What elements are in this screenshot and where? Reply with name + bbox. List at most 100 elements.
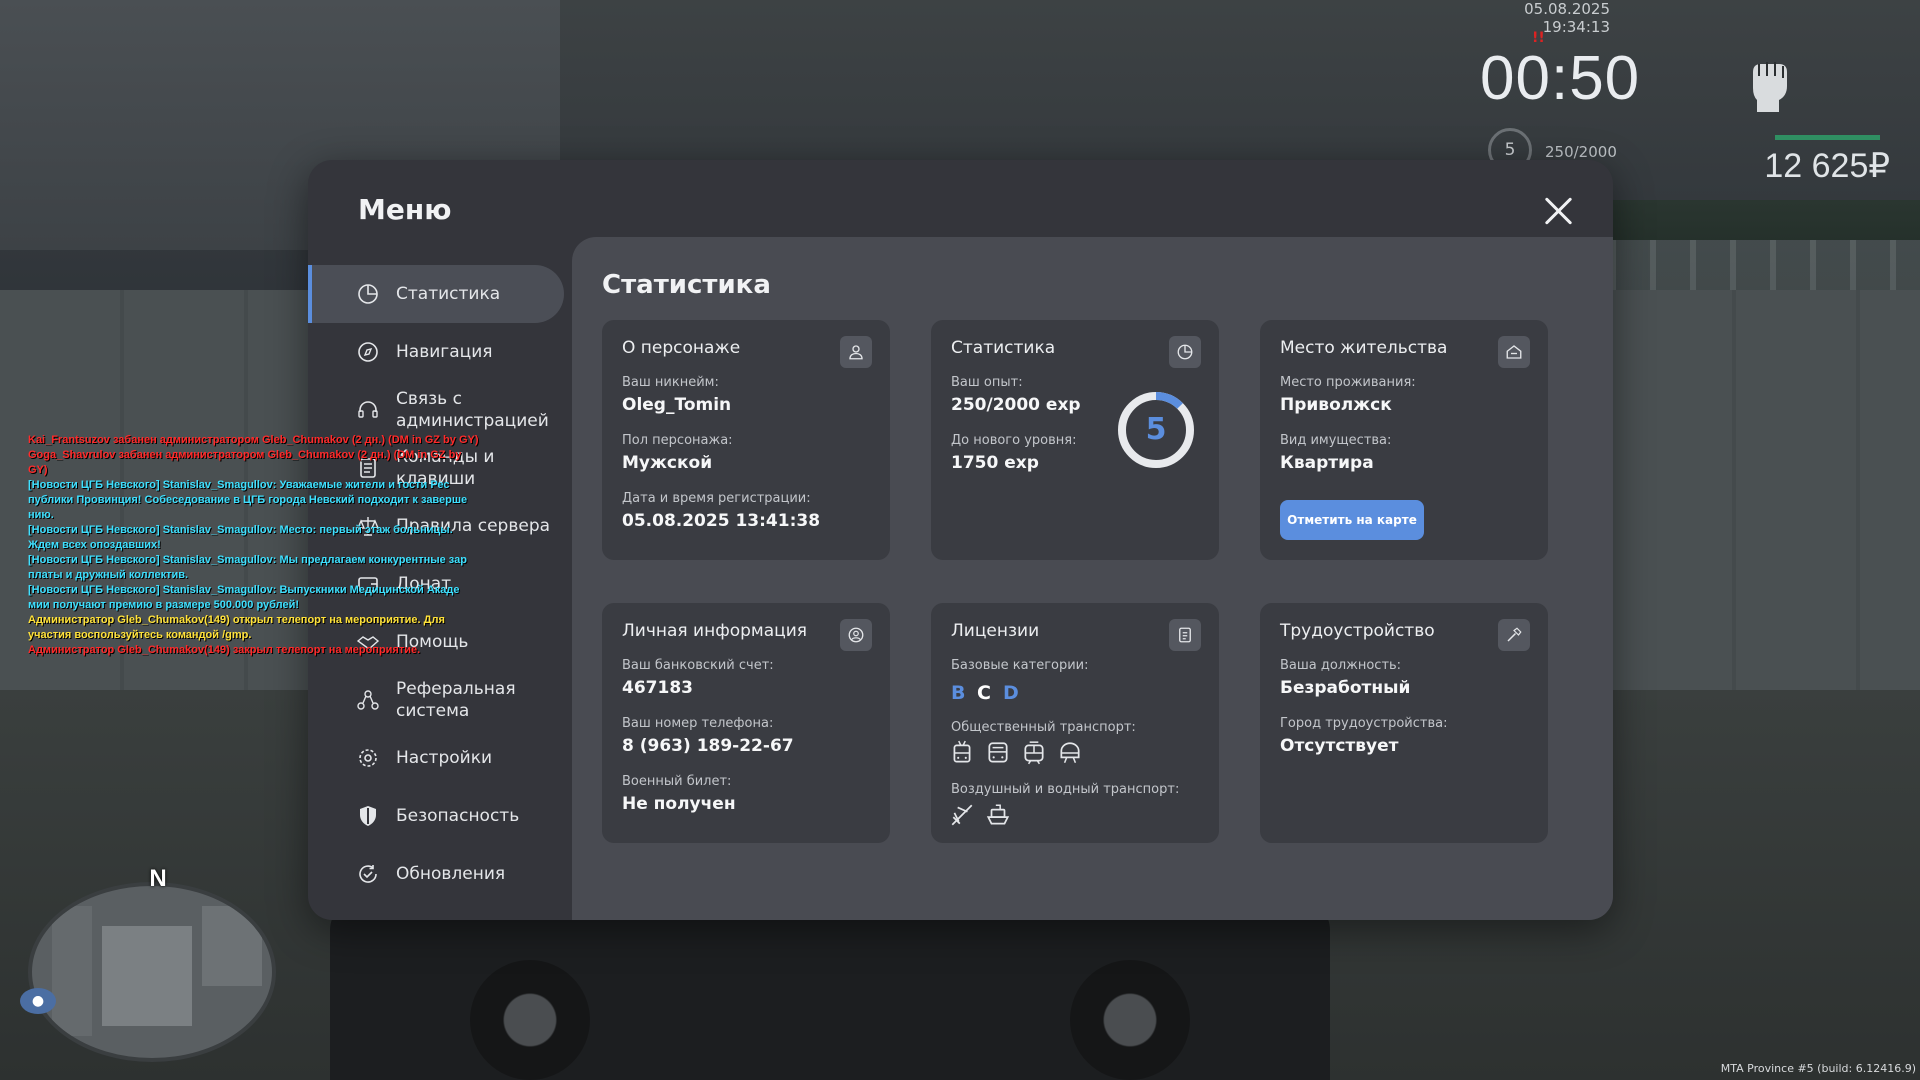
minimap-block (52, 906, 92, 1036)
job-city-value: Отсутствует (1280, 736, 1399, 756)
hud-money: 12 625₽ (1764, 147, 1890, 185)
license-category-b: B (951, 682, 966, 704)
chat-message: Администратор Gleb_Chumakov(149) закрыл … (28, 644, 421, 656)
house-icon (1498, 336, 1530, 368)
sidebar-item-label: Безопасность (396, 806, 520, 826)
chat-message: платы и дружный коллектив. (28, 569, 189, 581)
hud-health-bar (1775, 135, 1880, 140)
card-residence: Место жительства Место проживания: Приво… (1260, 320, 1548, 560)
card-title: Статистика (951, 338, 1056, 358)
user-circle-icon (840, 619, 872, 651)
registration-value: 05.08.2025 13:41:38 (622, 511, 821, 531)
minimap-block (202, 906, 262, 986)
license-category-c: C (977, 682, 991, 704)
gender-value: Мужской (622, 453, 713, 473)
page-title: Статистика (602, 270, 771, 300)
plane-icon (951, 804, 973, 826)
card-licenses: Лицензии Базовые категории: B C D Общест… (931, 603, 1219, 843)
bank-account-label: Ваш банковский счет: (622, 658, 774, 673)
sidebar-item-updates[interactable]: Обновления (308, 845, 564, 903)
position-label: Ваша должность: (1280, 658, 1402, 673)
sidebar-item-navigation[interactable]: Навигация (308, 323, 564, 381)
chat-message: [Новости ЦГБ Невского] Stanislav_Smagull… (28, 554, 467, 566)
base-categories-label: Базовые категории: (951, 658, 1089, 673)
id-card-icon (1169, 619, 1201, 651)
nickname-value: Oleg_Tomin (622, 395, 732, 415)
gender-label: Пол персонажа: (622, 433, 733, 448)
vehicle-wheel (470, 960, 590, 1080)
level-number: 5 (1145, 412, 1167, 447)
headset-icon (358, 401, 378, 418)
next-level-label: До нового уровня: (951, 433, 1077, 448)
sidebar-item-label: Обновления (396, 864, 506, 884)
chat-message: [Новости ЦГБ Невского] Stanislav_Smagull… (28, 524, 453, 536)
sidebar-item-referral[interactable]: Реферальная система (308, 671, 564, 729)
compass-icon (358, 342, 378, 362)
card-title: Место жительства (1280, 338, 1448, 358)
fist-weapon-icon (1753, 62, 1787, 112)
build-info: MTA Province #5 (build: 6.12416.9) (1720, 1062, 1916, 1075)
hud-exp: 250/2000 (1545, 143, 1617, 161)
car-map-icon: ● (20, 988, 56, 1014)
minimap-block (102, 926, 192, 1026)
job-city-label: Город трудоустройства: (1280, 716, 1448, 731)
mark-on-map-button[interactable]: Отметить на карте (1280, 500, 1424, 540)
card-title: Личная информация (622, 621, 808, 641)
sidebar-item-admin-contact[interactable]: Связь с администрацией (308, 381, 564, 439)
chat-message: нию. (28, 509, 54, 521)
chat-message: GY) (28, 464, 48, 476)
license-category-d: D (1003, 682, 1019, 704)
nickname-label: Ваш никнейм: (622, 375, 719, 390)
property-type-value: Квартира (1280, 453, 1374, 473)
residence-place-value: Приволжск (1280, 395, 1392, 415)
card-title: Лицензии (951, 621, 1040, 641)
trolleybus-icon (953, 740, 971, 763)
residence-place-label: Место проживания: (1280, 375, 1416, 390)
chat-message: мии получают премию в размере 500.000 ру… (28, 599, 300, 611)
menu-title: Меню (358, 193, 452, 226)
pie-chart-icon (358, 284, 378, 304)
military-id-value: Не получен (622, 794, 736, 814)
close-icon[interactable] (1540, 193, 1576, 229)
chat-message: [Новости ЦГБ Невского] Stanislav_Smagull… (28, 479, 450, 491)
chat-message: Goga_Shavrulov забанен администратором G… (28, 449, 462, 461)
statistics-panel: Статистика О персонаже Ваш никнейм: Oleg… (572, 237, 1613, 920)
sidebar-item-label: Связь с администрацией (396, 389, 549, 431)
hud-timer: 00:50 (1480, 44, 1641, 113)
network-icon (357, 690, 379, 710)
sidebar-item-label: Статистика (396, 284, 501, 304)
position-value: Безработный (1280, 678, 1411, 698)
user-icon (840, 336, 872, 368)
shield-icon (360, 806, 376, 826)
refresh-check-icon (359, 865, 377, 883)
phone-value: 8 (963) 189-22-67 (622, 736, 794, 756)
exp-value: 250/2000 exp (951, 395, 1081, 415)
hud-datetime: 05.08.2025 19:34:13 (1524, 0, 1610, 36)
sidebar-item-statistics[interactable]: Статистика (308, 265, 564, 323)
hammer-icon (1498, 619, 1530, 651)
vehicle-wheel (1070, 960, 1190, 1080)
next-level-value: 1750 exp (951, 453, 1039, 473)
chat-message: Ждем всех опоздавших! (28, 539, 161, 551)
sidebar-item-label: Реферальная система (396, 679, 516, 721)
sidebar-item-security[interactable]: Безопасность (308, 787, 564, 845)
card-statistics: Статистика Ваш опыт: 250/2000 exp До нов… (931, 320, 1219, 560)
military-id-label: Военный билет: (622, 774, 732, 789)
minimap-north: N (149, 865, 167, 892)
property-type-label: Вид имущества: (1280, 433, 1392, 448)
chat-message: Администратор Gleb_Chumakov(149) открыл … (28, 614, 445, 626)
ship-icon (986, 804, 1010, 825)
sidebar-item-label: Настройки (396, 748, 493, 768)
chat-message: публики Провинция! Собеседование в ЦГБ г… (28, 494, 468, 506)
card-character: О персонаже Ваш никнейм: Oleg_Tomin Пол … (602, 320, 890, 560)
chat-message: Kai_Frantsuzov забанен администратором G… (28, 434, 479, 446)
card-title: О персонаже (622, 338, 741, 358)
air-water-transport-label: Воздушный и водный транспорт: (951, 782, 1180, 797)
sidebar-item-settings[interactable]: Настройки (308, 729, 564, 787)
minimap (28, 882, 276, 1062)
tram-icon (1024, 741, 1044, 765)
pie-chart-icon (1169, 336, 1201, 368)
public-transport-label: Общественный транспорт: (951, 720, 1136, 735)
gear-icon (359, 749, 377, 767)
sidebar-item-label: Навигация (396, 342, 493, 362)
